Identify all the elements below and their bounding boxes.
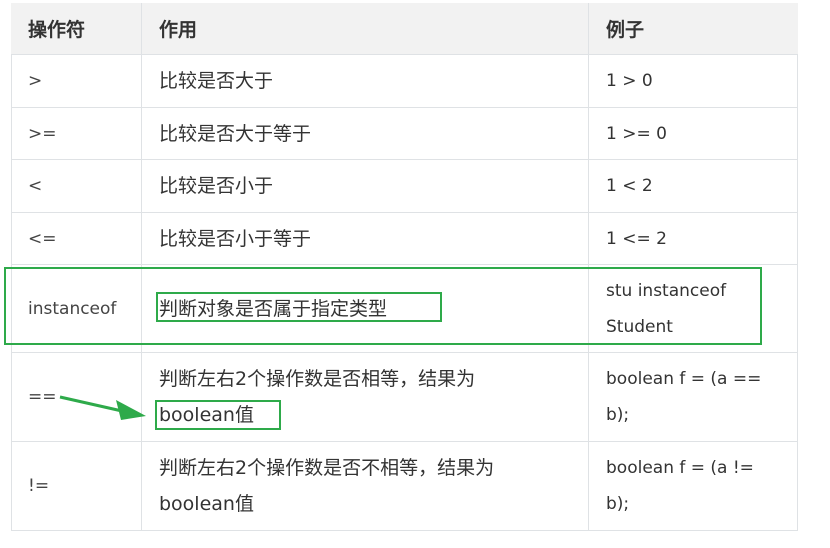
purpose-cell: 判断对象是否属于指定类型: [142, 265, 589, 352]
header-example: 例子: [606, 19, 645, 41]
operator-cell: <: [11, 160, 142, 212]
table-header-row: 操作符 作用 例子: [11, 3, 798, 55]
table-row: instanceof 判断对象是否属于指定类型 stu instanceof S…: [11, 265, 798, 353]
table-row: < 比较是否小于 1 < 2: [11, 160, 798, 213]
operator-cell: >=: [11, 108, 142, 159]
example-cell: 1 < 2: [606, 176, 653, 196]
purpose-line: boolean值: [159, 404, 254, 426]
example-cell: 1 > 0: [606, 71, 653, 91]
example-cell: 1 <= 2: [606, 228, 667, 249]
example-line: stu instanceof: [606, 280, 727, 301]
example-line: b);: [606, 494, 630, 514]
purpose-cell: 比较是否小于: [142, 160, 589, 212]
purpose-cell: 比较是否大于: [142, 55, 589, 107]
example-cell: stu instanceof Student: [589, 265, 798, 352]
table-row: <= 比较是否小于等于 1 <= 2: [11, 213, 798, 265]
purpose-cell: 判断左右2个操作数是否不相等，结果为 boolean值: [142, 442, 589, 530]
example-cell: boolean f = (a != b);: [589, 442, 798, 530]
header-purpose: 作用: [142, 3, 589, 54]
purpose-line: 判断左右2个操作数是否不相等，结果为: [159, 457, 495, 479]
purpose-cell: 比较是否大于等于: [142, 108, 589, 159]
purpose-cell: 判断左右2个操作数是否相等，结果为 boolean值: [142, 353, 589, 441]
table-row: >= 比较是否大于等于 1 >= 0: [11, 108, 798, 160]
operator-cell: ==: [11, 353, 142, 441]
example-line: boolean f = (a ==: [606, 369, 762, 389]
header-operator: 操作符: [11, 3, 142, 54]
example-cell: 1 >= 0: [606, 123, 667, 144]
table-row: == 判断左右2个操作数是否相等，结果为 boolean值 boolean f …: [11, 353, 798, 442]
purpose-line: boolean值: [159, 493, 254, 515]
table-row: != 判断左右2个操作数是否不相等，结果为 boolean值 boolean f…: [11, 442, 798, 531]
operator-cell: <=: [11, 213, 142, 264]
example-cell: boolean f = (a == b);: [589, 353, 798, 441]
operator-cell: !=: [11, 442, 142, 530]
example-line: Student: [606, 316, 673, 337]
purpose-line: 判断左右2个操作数是否相等，结果为: [159, 368, 476, 390]
example-line: b);: [606, 405, 630, 425]
operator-cell: >: [11, 55, 142, 107]
operator-cell: instanceof: [11, 265, 142, 352]
example-line: boolean f = (a !=: [606, 458, 754, 478]
purpose-cell: 比较是否小于等于: [142, 213, 589, 264]
table-row: > 比较是否大于 1 > 0: [11, 55, 798, 108]
